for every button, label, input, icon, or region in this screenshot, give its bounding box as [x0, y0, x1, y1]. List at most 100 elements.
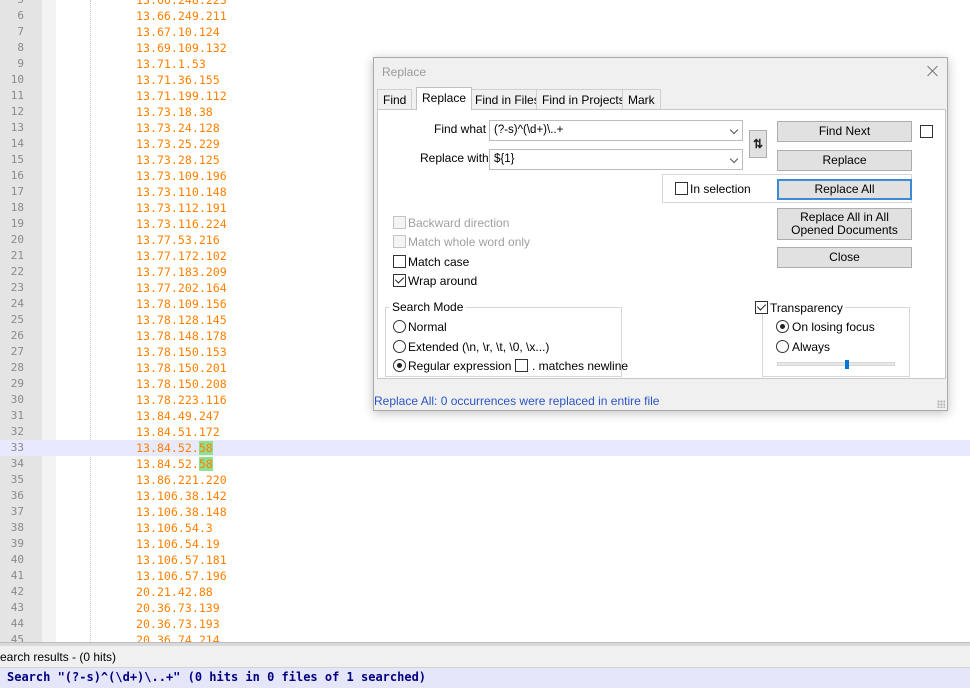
editor-line[interactable]: 45 20.36.74.214 [0, 632, 970, 642]
find-next-stay-checkbox[interactable] [920, 125, 933, 138]
editor-line[interactable]: 6 13.66.249.211 [0, 8, 970, 24]
wrap-around-checkbox[interactable] [393, 274, 406, 287]
transparency-always-radio[interactable] [776, 340, 789, 353]
find-next-button[interactable]: Find Next [777, 121, 912, 142]
match-case-checkbox[interactable] [393, 255, 406, 268]
line-text-content: 13.78.128.145 [136, 313, 227, 327]
line-number: 15 [10, 153, 24, 166]
line-text-content: 20.36.73.193 [136, 617, 220, 631]
tab-mark[interactable]: Mark [622, 89, 661, 109]
line-text: 13.77.53.216 [136, 232, 220, 248]
search-mode-extended-radio[interactable] [393, 340, 406, 353]
line-text-content: 20.36.74.214 [136, 633, 220, 642]
line-number: 20 [10, 233, 24, 246]
line-text-content: 13.77.183.209 [136, 265, 227, 279]
line-text-content: 13.78.150.153 [136, 345, 227, 359]
line-number: 29 [10, 377, 24, 390]
chevron-down-icon[interactable] [729, 154, 739, 164]
line-text: 13.106.57.181 [136, 552, 227, 568]
line-text: 13.77.202.164 [136, 280, 227, 296]
editor-line[interactable]: 35 13.86.221.220 [0, 472, 970, 488]
search-mode-regex-radio[interactable] [393, 359, 406, 372]
line-number: 9 [17, 57, 24, 70]
line-number: 13 [10, 121, 24, 134]
line-text: 13.84.49.247 [136, 408, 220, 424]
editor-line[interactable]: 32 13.84.51.172 [0, 424, 970, 440]
replace-all-opened-button[interactable]: Replace All in All Opened Documents [777, 208, 912, 240]
line-number: 8 [17, 41, 24, 54]
line-text-content: 13.78.223.116 [136, 393, 227, 407]
line-number: 27 [10, 345, 24, 358]
close-icon[interactable] [926, 64, 940, 78]
line-number: 33 [10, 441, 24, 454]
match-case-label: Match case [408, 255, 470, 269]
line-number: 22 [10, 265, 24, 278]
tab-find-in-files[interactable]: Find in Files [469, 89, 546, 109]
editor-line[interactable]: 8 13.69.109.132 [0, 40, 970, 56]
line-text: 13.106.38.142 [136, 488, 227, 504]
line-text: 20.36.73.139 [136, 600, 220, 616]
backward-direction-checkbox[interactable] [393, 216, 406, 229]
checkmark-icon [394, 274, 405, 284]
line-text: 13.78.148.178 [136, 328, 227, 344]
swap-find-replace-button[interactable]: ⇅ [749, 130, 767, 158]
chevron-down-icon[interactable] [729, 125, 739, 135]
tab-find-in-projects[interactable]: Find in Projects [536, 89, 631, 109]
line-number: 36 [10, 489, 24, 502]
line-number: 5 [0, 0, 24, 8]
line-text-content: 13.84.52. [136, 457, 199, 471]
line-text-content: 13.106.57.181 [136, 553, 227, 567]
matches-newline-checkbox[interactable] [515, 359, 528, 372]
line-number: 42 [10, 585, 24, 598]
editor-line[interactable]: 7 13.67.10.124 [0, 24, 970, 40]
find-what-combo[interactable]: (?-s)^(\d+)\..+ [489, 120, 743, 141]
close-button[interactable]: Close [777, 247, 912, 268]
editor-line[interactable]: 44 20.36.73.193 [0, 616, 970, 632]
search-results-line[interactable]: Search "(?-s)^(\d+)\..+" (0 hits in 0 fi… [0, 668, 970, 688]
transparency-slider[interactable] [777, 360, 895, 369]
line-text: 13.66.249.211 [136, 8, 227, 24]
tab-find[interactable]: Find [377, 89, 413, 109]
replace-all-button[interactable]: Replace All [777, 179, 912, 200]
editor-line[interactable]: 38 13.106.54.3 [0, 520, 970, 536]
editor-line[interactable]: 34 13.84.52.58 [0, 456, 970, 472]
line-text: 13.71.199.112 [136, 88, 227, 104]
resize-grip-icon[interactable] [937, 400, 945, 408]
line-text-content: 13.78.148.178 [136, 329, 227, 343]
editor-line[interactable]: 5 13.66.248.223 [0, 0, 970, 8]
line-text: 13.84.52.58 [136, 456, 213, 472]
find-what-value: (?-s)^(\d+)\..+ [494, 124, 564, 136]
line-text-content: 13.84.52. [136, 441, 199, 455]
replace-button[interactable]: Replace [777, 150, 912, 171]
replace-with-combo[interactable]: ${1} [489, 149, 743, 170]
match-whole-word-checkbox[interactable] [393, 235, 406, 248]
line-text-content: 13.106.38.148 [136, 505, 227, 519]
search-mode-normal-label: Normal [408, 320, 447, 334]
search-results-panel[interactable]: Search "(?-s)^(\d+)\..+" (0 hits in 0 fi… [0, 668, 970, 694]
swap-arrows-icon: ⇅ [753, 137, 764, 151]
editor-line[interactable]: 39 13.106.54.19 [0, 536, 970, 552]
line-text: 13.69.109.132 [136, 40, 227, 56]
line-text-content: 13.71.199.112 [136, 89, 227, 103]
editor-line[interactable]: 37 13.106.38.148 [0, 504, 970, 520]
line-number: 32 [10, 425, 24, 438]
transparency-slider-thumb[interactable] [845, 360, 849, 369]
line-number: 35 [10, 473, 24, 486]
editor-line[interactable]: 42 20.21.42.88 [0, 584, 970, 600]
transparency-checkbox[interactable] [755, 301, 768, 314]
matches-newline-label: . matches newline [532, 359, 629, 373]
editor-line[interactable]: 41 13.106.57.196 [0, 568, 970, 584]
in-selection-checkbox[interactable] [675, 182, 688, 195]
editor-line[interactable]: 36 13.106.38.142 [0, 488, 970, 504]
editor-line[interactable]: 40 13.106.57.181 [0, 552, 970, 568]
editor-line[interactable]: 43 20.36.73.139 [0, 600, 970, 616]
search-mode-regex-label: Regular expression [408, 359, 512, 373]
line-text-content: 20.21.42.88 [136, 585, 213, 599]
tab-replace[interactable]: Replace [416, 87, 473, 110]
transparency-losing-focus-radio[interactable] [776, 320, 789, 333]
editor-line[interactable]: 33 13.84.52.58 [0, 440, 970, 456]
line-number: 17 [10, 185, 24, 198]
line-text-content: 13.69.109.132 [136, 41, 227, 55]
line-text-content: 13.73.25.229 [136, 137, 220, 151]
search-mode-normal-radio[interactable] [393, 320, 406, 333]
